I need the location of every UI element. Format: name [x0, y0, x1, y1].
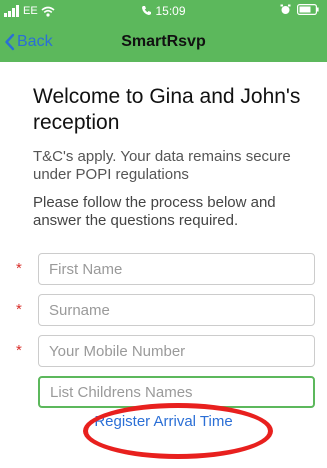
required-marker: * [16, 342, 22, 359]
phone-icon [142, 6, 152, 15]
status-bar: EE 15:09 [0, 0, 327, 22]
required-marker: * [16, 260, 22, 277]
instructions-text: Please follow the process below and answ… [33, 194, 276, 229]
terms-text: T&C's apply. Your data remains secure un… [33, 148, 291, 183]
surname-row: * [0, 294, 327, 326]
surname-input[interactable] [38, 294, 315, 326]
intro-section: Welcome to Gina and John's reception T&C… [33, 84, 323, 230]
mobile-row: * [0, 335, 327, 367]
alarm-icon [280, 4, 291, 14]
required-marker: * [16, 301, 22, 318]
status-time: 15:09 [155, 4, 186, 18]
status-right [280, 4, 319, 15]
first-name-input[interactable] [38, 253, 315, 285]
welcome-heading: Welcome to Gina and John's reception [33, 85, 301, 134]
battery-icon [297, 4, 319, 15]
mobile-number-input[interactable] [38, 335, 315, 367]
nav-bar: Back SmartRsvp [0, 22, 327, 62]
nav-title: SmartRsvp [121, 33, 206, 50]
annotation-circle [83, 403, 273, 459]
status-center: 15:09 [0, 3, 327, 19]
first-name-row: * [0, 253, 327, 285]
